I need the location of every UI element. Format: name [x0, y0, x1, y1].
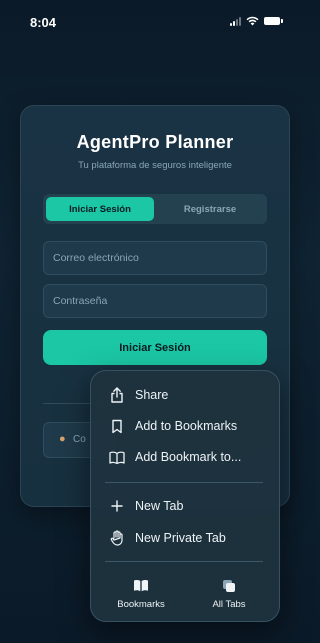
browser-context-menu: Share Add to Bookmarks Add Bookmark to..… — [90, 370, 280, 622]
password-field — [43, 284, 267, 318]
signal-icon — [230, 16, 241, 26]
social-login-label: Co — [73, 434, 86, 445]
menu-item-new-tab[interactable]: New Tab — [91, 491, 279, 521]
login-button[interactable]: Iniciar Sesión — [43, 330, 267, 365]
user-icon: ● — [59, 433, 66, 445]
share-icon — [109, 387, 125, 403]
tabs-icon — [189, 579, 269, 593]
status-time: 8:04 — [30, 15, 57, 30]
hand-icon — [109, 530, 125, 546]
all-tabs-button[interactable]: All Tabs — [189, 579, 269, 613]
bookmarks-button[interactable]: Bookmarks — [101, 579, 181, 613]
book-icon — [109, 449, 125, 465]
all-tabs-label: All Tabs — [212, 599, 246, 610]
email-field — [43, 241, 267, 275]
menu-item-label: Add to Bookmarks — [135, 419, 238, 433]
menu-separator — [105, 482, 263, 483]
menu-item-share[interactable]: Share — [91, 380, 279, 410]
menu-item-add-to-bookmarks[interactable]: Add to Bookmarks — [91, 411, 279, 441]
app-subtitle: Tu plataforma de seguros inteligente — [78, 160, 232, 171]
tab-login[interactable]: Iniciar Sesión — [46, 197, 154, 221]
auth-tab-switch: Iniciar Sesión Registrarse — [43, 194, 267, 224]
menu-item-new-private-tab[interactable]: New Private Tab — [91, 523, 279, 553]
app-title: AgentPro Planner — [76, 132, 234, 152]
menu-item-label: New Tab — [135, 499, 184, 513]
battery-icon — [264, 17, 283, 25]
menu-item-label: Add Bookmark to... — [135, 450, 242, 464]
wifi-icon — [246, 16, 259, 26]
password-input[interactable] — [44, 285, 266, 317]
status-bar: 8:04 — [0, 0, 298, 40]
bookmark-icon — [109, 418, 125, 434]
email-input[interactable] — [44, 242, 266, 274]
bookmarks-label: Bookmarks — [117, 599, 165, 610]
menu-item-add-bookmark-to[interactable]: Add Bookmark to... — [91, 442, 279, 472]
menu-item-label: Share — [135, 388, 169, 402]
menu-separator — [105, 561, 263, 562]
tab-register[interactable]: Registrarse — [156, 197, 264, 221]
book-open-icon — [101, 579, 181, 592]
plus-icon — [109, 498, 125, 514]
menu-item-label: New Private Tab — [135, 531, 226, 545]
status-icons — [230, 16, 283, 26]
